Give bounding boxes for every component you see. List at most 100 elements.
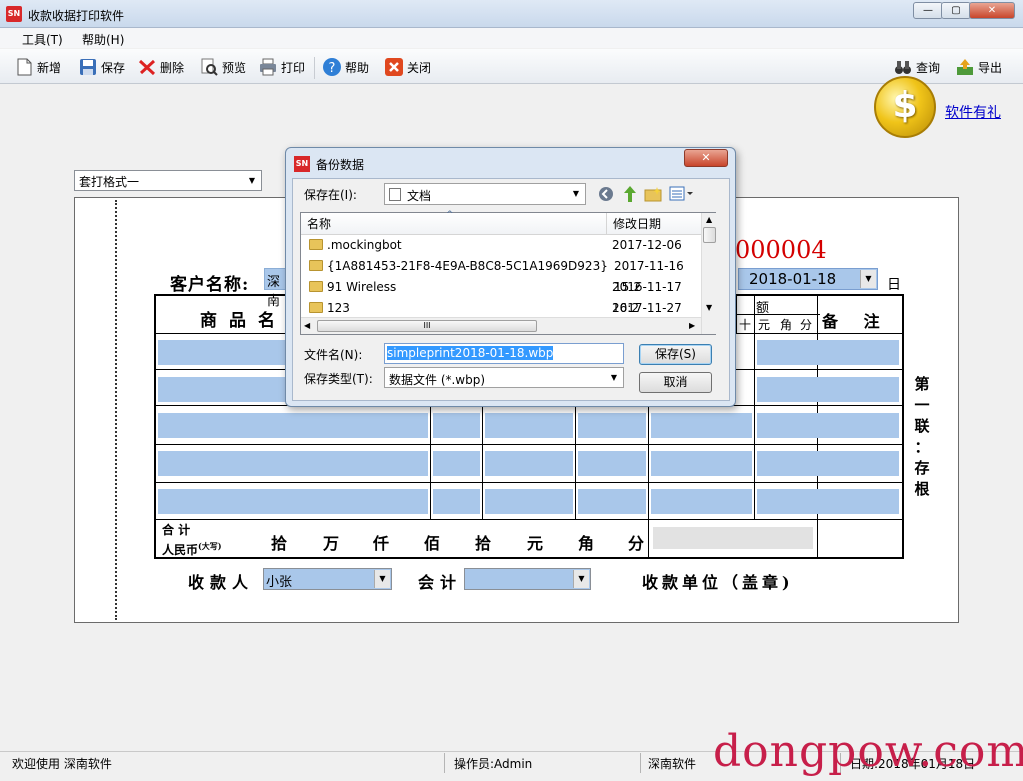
- folder-icon: [309, 239, 323, 250]
- goods-cell[interactable]: [158, 489, 428, 514]
- export-label: 导出: [978, 60, 1003, 75]
- dollar-coin-icon[interactable]: $: [874, 76, 936, 138]
- goods-cell[interactable]: [158, 451, 428, 476]
- total-label-line2: 人民币: [162, 543, 199, 557]
- delete-button[interactable]: 删除: [137, 57, 184, 77]
- amount-cell[interactable]: [651, 413, 752, 438]
- column-name-header[interactable]: 名称 ^: [301, 210, 607, 235]
- file-list[interactable]: 名称 ^ 修改日期 .mockingbot 2017-12-06 13:5 {1…: [300, 210, 717, 335]
- vertical-scrollbar[interactable]: ▲ ▼: [701, 213, 717, 334]
- goods-cell[interactable]: [158, 413, 428, 438]
- note-cell[interactable]: [757, 489, 899, 514]
- table-divider: [154, 444, 904, 445]
- note-cell[interactable]: [757, 340, 899, 365]
- maximize-button[interactable]: ▢: [941, 2, 971, 19]
- file-row[interactable]: .mockingbot 2017-12-06 13:5: [301, 235, 701, 273]
- price-cell[interactable]: [578, 413, 646, 438]
- quantity-cell[interactable]: [485, 451, 573, 476]
- quantity-cell[interactable]: [485, 489, 573, 514]
- minimize-button[interactable]: —: [913, 2, 943, 19]
- scroll-left-icon[interactable]: ◀: [304, 321, 310, 330]
- save-in-label: 保存在(I):: [304, 188, 357, 202]
- new-button[interactable]: 新增: [14, 57, 61, 77]
- help-button[interactable]: ? 帮助: [322, 57, 369, 77]
- date-picker[interactable]: 2018-01-18 ▼: [738, 268, 878, 290]
- accountant-combo[interactable]: ▼: [464, 568, 591, 590]
- copy-char: ：: [914, 438, 930, 456]
- date-value: 2018-01-18: [749, 270, 837, 288]
- print-button[interactable]: 打印: [258, 57, 305, 77]
- digit-header: 元: [758, 318, 771, 332]
- print-format-select[interactable]: 套打格式一 ▼: [74, 170, 262, 191]
- dialog-cancel-button[interactable]: 取消: [639, 372, 712, 393]
- unit-cell[interactable]: [433, 413, 480, 438]
- dialog-close-button[interactable]: ✕: [684, 149, 728, 167]
- horizontal-scrollbar[interactable]: ◀ III ▶: [301, 317, 701, 334]
- note-cell[interactable]: [757, 413, 899, 438]
- payee-combo[interactable]: 小张 ▼: [263, 568, 392, 590]
- query-label: 查询: [916, 60, 941, 75]
- day-label: 日: [887, 277, 901, 293]
- filename-label: 文件名(N):: [304, 348, 363, 362]
- close-window-button[interactable]: ✕: [969, 2, 1015, 19]
- table-divider: [154, 519, 904, 520]
- preview-label: 预览: [222, 60, 247, 75]
- file-name: .mockingbot: [327, 238, 402, 252]
- dialog-save-button[interactable]: 保存(S): [639, 344, 712, 365]
- preview-button[interactable]: 预览: [199, 57, 246, 77]
- filetype-combo[interactable]: 数据文件 (*.wbp) ▼: [384, 367, 624, 388]
- view-menu-icon[interactable]: [669, 186, 695, 202]
- scroll-thumb[interactable]: [703, 227, 716, 243]
- customer-label: 客户名称:: [170, 275, 250, 295]
- file-row[interactable]: {1A881453-21F8-4E9A-B8C8-5C1A1969D923} 2…: [301, 256, 701, 298]
- menu-help[interactable]: 帮助(H): [82, 31, 124, 48]
- title-bar: SN 收款收据打印软件 — ▢ ✕: [0, 0, 1023, 28]
- export-button[interactable]: 导出: [955, 57, 1002, 77]
- note-cell[interactable]: [757, 377, 899, 402]
- price-cell[interactable]: [578, 489, 646, 514]
- file-date: 2017-11-27 15:0: [612, 301, 682, 315]
- unit-char: 角: [578, 534, 595, 553]
- scroll-down-icon[interactable]: ▼: [706, 303, 712, 312]
- scroll-right-icon[interactable]: ▶: [689, 321, 695, 330]
- save-in-value: 文档: [407, 189, 432, 203]
- gift-link[interactable]: 软件有礼: [945, 102, 1001, 122]
- up-folder-icon[interactable]: [622, 185, 638, 203]
- close-button[interactable]: 关闭: [384, 57, 431, 77]
- binoculars-icon: [895, 61, 911, 74]
- chevron-down-icon: ▼: [248, 176, 256, 185]
- table-divider: [754, 294, 755, 519]
- payee-unit-label: 收款单位（盖章): [642, 573, 794, 592]
- copy-char: 一: [914, 396, 930, 414]
- unit-cell[interactable]: [433, 489, 480, 514]
- query-button[interactable]: 查询: [893, 57, 940, 77]
- unit-char: 分: [628, 534, 645, 553]
- file-row[interactable]: 123 2017-11-27 15:0: [301, 298, 701, 317]
- amount-cell[interactable]: [651, 489, 752, 514]
- app-icon: SN: [6, 6, 22, 22]
- table-divider: [736, 294, 737, 334]
- delete-x-icon: [138, 59, 156, 76]
- dialog-app-icon: SN: [294, 156, 310, 172]
- unit-cell[interactable]: [433, 451, 480, 476]
- save-button[interactable]: 保存: [78, 57, 125, 77]
- total-label-line1: 合 计: [162, 523, 191, 537]
- copy-char: 存: [914, 459, 930, 477]
- digit-header: 角: [780, 318, 793, 332]
- menu-tools[interactable]: 工具(T): [22, 31, 63, 48]
- filename-input[interactable]: simpleprint2018-01-18.wbp: [384, 343, 624, 364]
- chevron-down-icon: ▼: [610, 373, 618, 382]
- amount-cell[interactable]: [651, 451, 752, 476]
- digit-header: 十: [739, 318, 752, 332]
- save-in-combo[interactable]: 文档 ▼: [384, 183, 586, 205]
- price-cell[interactable]: [578, 451, 646, 476]
- scroll-up-icon[interactable]: ▲: [706, 215, 712, 224]
- column-date-header[interactable]: 修改日期: [607, 213, 701, 235]
- new-folder-icon[interactable]: [644, 186, 662, 202]
- quantity-cell[interactable]: [485, 413, 573, 438]
- file-row[interactable]: 91 Wireless 2016-11-17 16:2: [301, 277, 701, 315]
- goods-header: 商品名: [200, 311, 287, 331]
- note-cell[interactable]: [757, 451, 899, 476]
- scroll-thumb[interactable]: III: [317, 320, 537, 332]
- back-icon[interactable]: [598, 186, 614, 202]
